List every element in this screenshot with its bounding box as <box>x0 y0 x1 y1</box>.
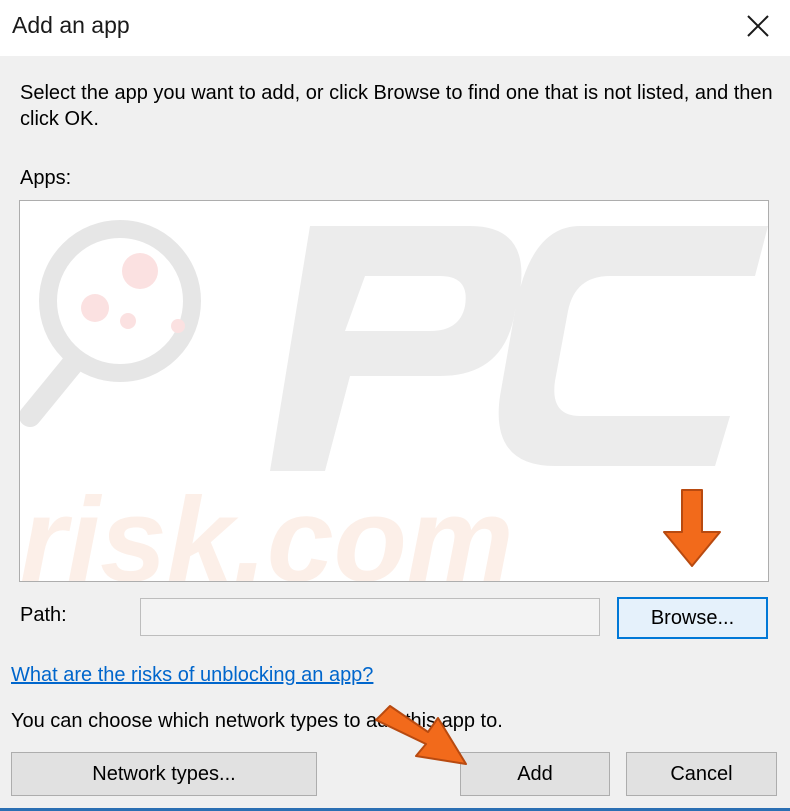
watermark-site-text: risk.com <box>20 473 514 581</box>
arrow-down-icon <box>663 489 721 567</box>
path-label: Path: <box>20 604 67 626</box>
pcrisk-watermark-logo: risk.com <box>20 220 768 581</box>
close-icon <box>747 15 769 37</box>
cancel-button[interactable]: Cancel <box>626 752 777 796</box>
close-button[interactable] <box>734 4 782 48</box>
dialog-title: Add an app <box>12 12 130 38</box>
add-button[interactable]: Add <box>460 752 610 796</box>
browse-button[interactable]: Browse... <box>617 597 768 639</box>
apps-list[interactable]: risk.com <box>19 200 769 582</box>
network-types-button[interactable]: Network types... <box>11 752 317 796</box>
risks-link[interactable]: What are the risks of unblocking an app? <box>11 664 373 687</box>
instructions-text: Select the app you want to add, or click… <box>20 82 773 130</box>
path-input[interactable] <box>140 598 600 636</box>
arrow-diagonal-icon <box>375 705 467 765</box>
apps-label: Apps: <box>20 167 72 189</box>
title-bar: Add an app <box>0 0 790 56</box>
